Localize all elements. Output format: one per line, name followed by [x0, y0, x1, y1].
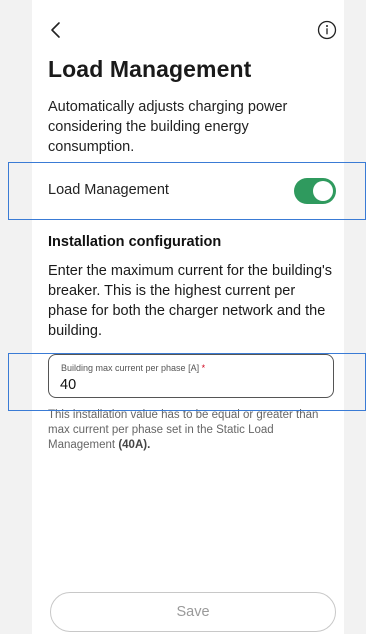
helper-value: (40A). [118, 439, 151, 451]
load-management-toggle[interactable] [294, 178, 336, 204]
page-description: Automatically adjusts charging power con… [48, 99, 288, 155]
toggle-knob [313, 181, 333, 201]
max-current-field[interactable]: Building max current per phase [A] * [48, 354, 334, 398]
installation-description: Enter the maximum current for the buildi… [48, 263, 333, 339]
chevron-left-icon [51, 22, 60, 38]
save-button[interactable]: Save [50, 592, 336, 632]
back-button[interactable] [44, 18, 68, 42]
load-management-label: Load Management [48, 182, 169, 198]
page-title: Load Management [48, 56, 252, 82]
screen-panel: Load Management Automatically adjusts ch… [32, 0, 344, 634]
required-mark: * [201, 363, 206, 373]
info-button[interactable] [316, 19, 338, 41]
top-bar [32, 14, 344, 46]
info-circle-icon [317, 20, 337, 40]
helper-text: This installation value has to be equal … [48, 409, 319, 451]
max-current-input[interactable] [60, 375, 320, 395]
load-management-row[interactable]: Load Management [32, 162, 344, 220]
max-current-field-label: Building max current per phase [A] * [61, 363, 206, 373]
installation-section-title: Installation configuration [48, 234, 222, 250]
